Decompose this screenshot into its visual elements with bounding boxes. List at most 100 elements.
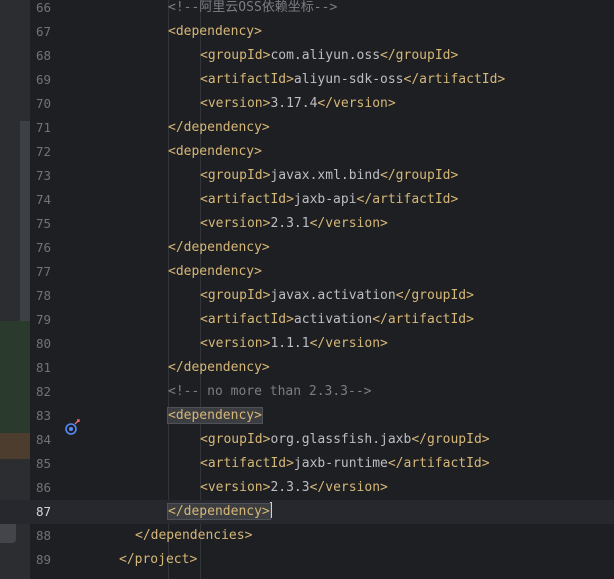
code-line[interactable]: 69 <artifactId>aliyun-sdk-oss</artifactId… (0, 68, 614, 92)
xml-open-tag: <dependency> (168, 24, 262, 39)
xml-open-tag: <dependency> (168, 264, 262, 279)
xml-value: javax.activation (270, 288, 396, 303)
code-text[interactable]: <artifactId>jaxb-runtime</artifactId> (200, 452, 490, 476)
xml-close-tag: </version> (309, 216, 388, 231)
code-text[interactable]: </dependency> (167, 500, 272, 524)
code-line[interactable]: 71 </dependency> (0, 116, 614, 140)
line-number[interactable]: 69 (30, 68, 51, 92)
code-line[interactable]: 77 <dependency> (0, 260, 614, 284)
xml-open-tag: <artifactId> (200, 312, 294, 327)
code-line[interactable]: 79 <artifactId>activation</artifactId> (0, 308, 614, 332)
xml-value: 2.3.1 (270, 216, 310, 231)
code-line[interactable]: 85 <artifactId>jaxb-runtime</artifactId> (0, 452, 614, 476)
code-text[interactable]: <dependency> (168, 140, 262, 164)
line-number[interactable]: 84 (30, 428, 51, 452)
line-number[interactable]: 73 (30, 164, 51, 188)
code-text[interactable]: <artifactId>jaxb-api</artifactId> (200, 188, 458, 212)
code-line[interactable]: 70 <version>3.17.4</version> (0, 92, 614, 116)
line-number[interactable]: 71 (30, 116, 51, 140)
line-number[interactable]: 75 (30, 212, 51, 236)
xml-open-tag: <artifactId> (200, 72, 294, 87)
code-text[interactable]: <artifactId>activation</artifactId> (200, 308, 474, 332)
code-text[interactable]: <version>2.3.3</version> (200, 476, 388, 500)
xml-close-tag: </version> (317, 96, 396, 111)
code-text[interactable]: <groupId>javax.xml.bind</groupId> (200, 164, 458, 188)
xml-open-tag: <groupId> (200, 168, 271, 183)
xml-close-tag: </version> (309, 336, 388, 351)
code-line[interactable]: 67 <dependency> (0, 20, 614, 44)
code-text[interactable]: <groupId>org.glassfish.jaxb</groupId> (200, 428, 490, 452)
xml-close-tag: </dependency> (168, 360, 270, 375)
xml-close-tag: </dependencies> (135, 528, 253, 543)
xml-comment: <!-- no more than 2.3.3--> (168, 384, 372, 399)
xml-close-tag: </artifactId> (403, 72, 506, 87)
xml-close-tag: </artifactId> (387, 456, 490, 471)
line-number[interactable]: 68 (30, 44, 51, 68)
code-editor[interactable]: 66 <!--阿里云OSS依赖坐标--> 67 <dependency> 68 <grou… (0, 0, 614, 579)
code-line[interactable]: 75 <version>2.3.1</version> (0, 212, 614, 236)
line-number[interactable]: 70 (30, 92, 51, 116)
code-text[interactable]: </dependency> (168, 116, 270, 140)
xml-value: jaxb-api (293, 192, 357, 207)
override-method-icon[interactable] (64, 419, 82, 437)
code-line[interactable]: 88 </dependencies> (0, 524, 614, 548)
code-text[interactable]: <dependency> (168, 260, 262, 284)
code-line[interactable]: 80 <version>1.1.1</version> (0, 332, 614, 356)
xml-close-tag: </dependency> (168, 240, 270, 255)
code-line[interactable]: 82 <!-- no more than 2.3.3--> (0, 380, 614, 404)
code-text[interactable]: <version>3.17.4</version> (200, 92, 396, 116)
code-text[interactable]: </dependencies> (135, 524, 252, 548)
line-number[interactable]: 78 (30, 284, 51, 308)
code-text[interactable]: <!-- no more than 2.3.3--> (168, 380, 372, 404)
code-line[interactable]: 78 <groupId>javax.activation</groupId> (0, 284, 614, 308)
code-line[interactable]: 86 <version>2.3.3</version> (0, 476, 614, 500)
line-number[interactable]: 76 (30, 236, 51, 260)
code-text[interactable]: </project> (119, 548, 197, 572)
code-text[interactable]: <dependency> (167, 404, 263, 428)
line-number[interactable]: 86 (30, 476, 51, 500)
line-number[interactable]: 89 (30, 548, 51, 572)
code-text[interactable]: </dependency> (168, 356, 270, 380)
code-line[interactable]: 83 <dependency> (0, 404, 614, 428)
code-line[interactable]: 68 <groupId>com.aliyun.oss</groupId> (0, 44, 614, 68)
line-number[interactable]: 80 (30, 332, 51, 356)
code-line[interactable]: 81 </dependency> (0, 356, 614, 380)
line-number[interactable]: 77 (30, 260, 51, 284)
code-line[interactable]: 72 <dependency> (0, 140, 614, 164)
xml-value: 1.1.1 (270, 336, 310, 351)
xml-open-tag: <version> (200, 480, 271, 495)
code-text[interactable]: <artifactId>aliyun-sdk-oss</artifactId> (200, 68, 505, 92)
line-number[interactable]: 74 (30, 188, 51, 212)
line-number[interactable]: 72 (30, 140, 51, 164)
xml-value: jaxb-runtime (293, 456, 388, 471)
line-number[interactable]: 88 (30, 524, 51, 548)
code-line[interactable]: 76 </dependency> (0, 236, 614, 260)
code-text[interactable]: <dependency> (168, 20, 262, 44)
code-line[interactable]: 84 <groupId>org.glassfish.jaxb</groupId> (0, 428, 614, 452)
code-text[interactable]: <groupId>javax.activation</groupId> (200, 284, 474, 308)
xml-open-tag: <version> (200, 96, 271, 111)
code-line[interactable]: 87 </dependency> (0, 500, 614, 524)
line-number[interactable]: 82 (30, 380, 51, 404)
code-text[interactable]: <version>2.3.1</version> (200, 212, 388, 236)
code-text[interactable]: <groupId>com.aliyun.oss</groupId> (200, 44, 458, 68)
xml-value: 3.17.4 (270, 96, 318, 111)
line-number[interactable]: 66 (30, 0, 51, 20)
text-caret (269, 502, 272, 518)
code-line[interactable]: 74 <artifactId>jaxb-api</artifactId> (0, 188, 614, 212)
line-number[interactable]: 87 (30, 500, 51, 524)
code-line[interactable]: 66 <!--阿里云OSS依赖坐标--> (0, 0, 614, 20)
xml-open-tag: <version> (200, 216, 271, 231)
line-number[interactable]: 79 (30, 308, 51, 332)
code-line[interactable]: 73 <groupId>javax.xml.bind</groupId> (0, 164, 614, 188)
line-number[interactable]: 81 (30, 356, 51, 380)
code-text[interactable]: </dependency> (168, 236, 270, 260)
code-text[interactable]: <version>1.1.1</version> (200, 332, 388, 356)
code-line[interactable]: 89 </project> (0, 548, 614, 572)
code-text[interactable]: <!--阿里云OSS依赖坐标--> (168, 0, 337, 20)
line-number[interactable]: 85 (30, 452, 51, 476)
xml-close-tag: </version> (309, 480, 388, 495)
line-number[interactable]: 67 (30, 20, 51, 44)
xml-value: 2.3.3 (270, 480, 310, 495)
line-number[interactable]: 83 (30, 404, 51, 428)
